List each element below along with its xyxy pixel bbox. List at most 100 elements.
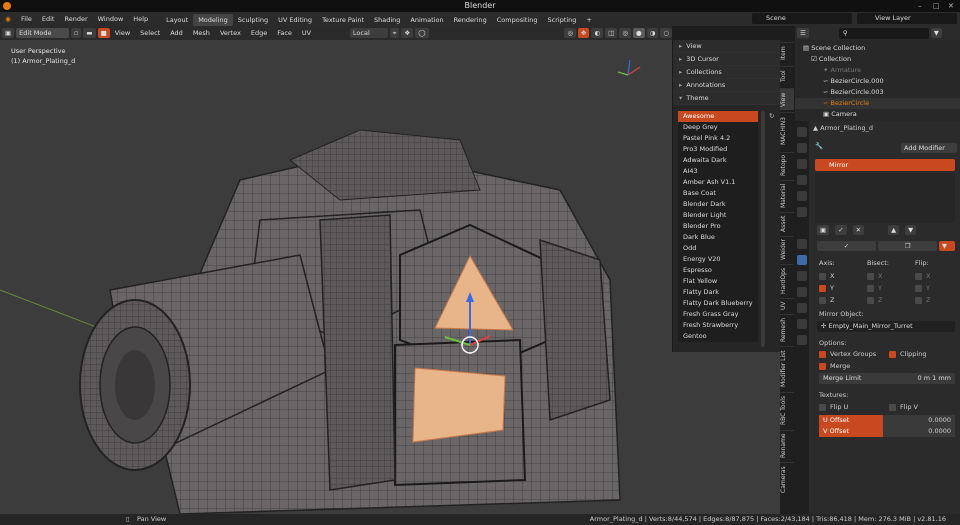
menu-edge[interactable]: Edge (246, 26, 272, 40)
flip-v-checkbox[interactable] (889, 403, 896, 411)
list-item[interactable]: Fresh Strawberry (678, 320, 758, 331)
particles-tab-icon[interactable] (797, 271, 807, 281)
filter-icon[interactable]: ▼ (930, 28, 942, 38)
bisect-x-checkbox[interactable] (867, 272, 874, 280)
tab-uv-editing[interactable]: UV Editing (273, 14, 317, 26)
flip-x-checkbox[interactable] (915, 272, 922, 280)
vertex-select-icon[interactable]: ▫ (71, 28, 82, 38)
menu-help[interactable]: Help (128, 12, 153, 26)
object-tab-icon[interactable] (797, 239, 807, 249)
refresh-icon[interactable]: ↻ (769, 112, 777, 120)
list-item[interactable]: Amber Ash V1.1 (678, 177, 758, 188)
menu-vertex[interactable]: Vertex (215, 26, 246, 40)
list-item[interactable]: Base Coat (678, 188, 758, 199)
overlays-icon[interactable]: ◐ (591, 28, 604, 38)
tab-machin3[interactable]: MACHIN3 (780, 112, 794, 150)
tab-material[interactable]: Material (780, 180, 794, 210)
tab-cameras[interactable]: Cameras (780, 462, 794, 496)
menu-view[interactable]: View (110, 26, 135, 40)
list-item[interactable]: Deep Grey (678, 122, 758, 133)
axis-z-checkbox[interactable] (819, 296, 826, 304)
axis-y-checkbox[interactable] (819, 284, 826, 292)
apply-check-icon[interactable]: ✓ (817, 241, 876, 251)
view-layer-tab-icon[interactable] (797, 175, 807, 185)
minimize-icon[interactable]: – (918, 0, 922, 12)
merge-limit-field[interactable]: Merge Limit 0 m 1 mm (819, 373, 955, 384)
modifier-stack-list[interactable] (815, 173, 955, 223)
list-item[interactable]: Adwaita Dark (678, 155, 758, 166)
tab-hardops[interactable]: HardOps (780, 264, 794, 296)
tab-compositing[interactable]: Compositing (492, 14, 543, 26)
gizmo-icon[interactable]: ✥ (578, 28, 590, 38)
axis-x-checkbox[interactable] (819, 272, 826, 280)
menu-file[interactable]: File (16, 12, 37, 26)
material-tab-icon[interactable] (797, 335, 807, 345)
tab-rbc-tools[interactable]: RBC Tools (780, 392, 794, 428)
list-item[interactable]: Fresh Grass Gray (678, 309, 758, 320)
list-item[interactable]: Flatty Dark (678, 287, 758, 298)
menu-add[interactable]: Add (165, 26, 188, 40)
panel-3d-cursor[interactable]: ▸ 3D Cursor (673, 53, 780, 66)
outliner-row-beziercircle-000[interactable]: ∽ BezierCircle.000 (795, 76, 960, 87)
panel-view[interactable]: ▸ View (673, 40, 780, 53)
mode-dropdown[interactable]: Edit Mode (16, 28, 69, 38)
copy-icon[interactable]: ❐ (878, 241, 937, 251)
tab-tool[interactable]: Tool (780, 66, 794, 86)
move-up-button[interactable]: ▲ (888, 225, 900, 235)
editor-type-button[interactable]: ▣ (2, 28, 15, 38)
close-icon[interactable]: ✕ (948, 0, 954, 12)
list-item[interactable]: Dark Blue (678, 232, 758, 243)
ml-apply-button[interactable]: ✓ (835, 225, 847, 235)
add-modifier-dropdown[interactable]: Add Modifier (901, 143, 957, 153)
edge-select-icon[interactable]: ▬ (83, 28, 96, 38)
tab-animation[interactable]: Animation (405, 14, 448, 26)
bisect-y-checkbox[interactable] (867, 284, 874, 292)
ml-add-button[interactable]: ▣ (817, 225, 830, 235)
merge-checkbox[interactable] (819, 362, 826, 370)
tab-asset[interactable]: Asset (780, 212, 794, 234)
orientation-dropdown[interactable]: Local (349, 28, 388, 38)
u-offset-field[interactable]: U Offset 0.0000 (819, 415, 955, 426)
modifier-header-mirror[interactable]: Mirror (815, 159, 955, 171)
theme-list-scrollbar[interactable] (761, 111, 765, 347)
modifier-tab-icon[interactable] (797, 255, 807, 265)
wireframe-shading-icon[interactable]: ◎ (619, 28, 631, 38)
outliner-row-collection[interactable]: ☑ Collection (795, 54, 960, 65)
proportional-edit-icon[interactable]: ◯ (415, 28, 429, 38)
constraints-tab-icon[interactable] (797, 303, 807, 313)
bisect-z-checkbox[interactable] (867, 296, 874, 304)
data-tab-icon[interactable] (797, 319, 807, 329)
material-shading-icon[interactable]: ◑ (646, 28, 659, 38)
outliner-row-beziercircle-003[interactable]: ∽ BezierCircle.003 (795, 87, 960, 98)
list-item[interactable]: Energy V20 (678, 254, 758, 265)
move-down-button[interactable]: ▼ (905, 225, 917, 235)
mirror-object-field[interactable]: ✢ Empty_Main_Mirror_Turret (817, 321, 955, 332)
output-tab-icon[interactable] (797, 159, 807, 169)
physics-tab-icon[interactable] (797, 287, 807, 297)
xray-icon[interactable]: ◫ (605, 28, 618, 38)
panel-collections[interactable]: ▸ Collections (673, 66, 780, 79)
tab-rendering[interactable]: Rendering (449, 14, 492, 26)
list-item[interactable]: Flat Yellow (678, 276, 758, 287)
tool-tab-icon[interactable] (797, 127, 807, 137)
list-item[interactable]: Blender Light (678, 210, 758, 221)
face-select-icon[interactable]: ■ (97, 28, 110, 38)
list-item[interactable]: Pro3 Modified (678, 144, 758, 155)
tab-scripting[interactable]: Scripting (543, 14, 582, 26)
tab-texture-paint[interactable]: Texture Paint (317, 14, 369, 26)
flip-y-checkbox[interactable] (915, 284, 922, 292)
pivot-icon[interactable]: ⌖ (389, 28, 400, 38)
tab-uv[interactable]: UV (780, 298, 794, 312)
menu-select[interactable]: Select (135, 26, 165, 40)
panel-theme[interactable]: ▾ Theme (673, 92, 780, 105)
tab-item[interactable]: Item (780, 42, 794, 64)
tab-weider[interactable]: Weider (780, 236, 794, 262)
tab-view[interactable]: View (780, 88, 794, 110)
outliner-row-camera[interactable]: ▣ Camera (795, 109, 960, 120)
clipping-checkbox[interactable] (889, 350, 896, 358)
menu-window[interactable]: Window (93, 12, 129, 26)
list-item[interactable]: Gentoo (678, 331, 758, 342)
world-tab-icon[interactable] (797, 207, 807, 217)
view-layer-selector[interactable]: View Layer (857, 13, 957, 24)
menu-uv[interactable]: UV (297, 26, 316, 40)
